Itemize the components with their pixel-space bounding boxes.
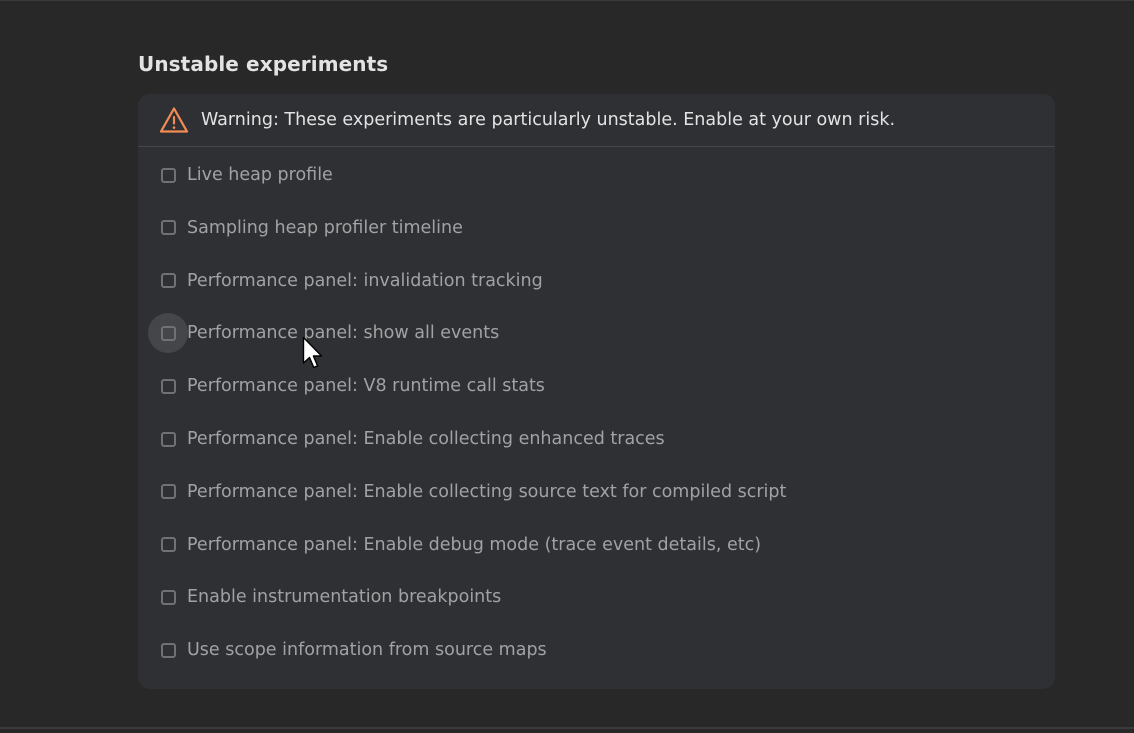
checkbox-box[interactable]: [160, 589, 176, 605]
warning-triangle-icon: [159, 106, 189, 134]
experiment-label[interactable]: Sampling heap profiler timeline: [187, 218, 463, 238]
checkbox-debug-mode[interactable]: [148, 525, 188, 565]
section-title: Unstable experiments: [138, 52, 389, 76]
checkbox-box[interactable]: [160, 378, 176, 394]
checkbox-invalidation-tracking[interactable]: [148, 261, 188, 301]
checkbox-box[interactable]: [160, 642, 176, 658]
experiment-label[interactable]: Enable instrumentation breakpoints: [187, 587, 501, 607]
checkbox-box[interactable]: [160, 431, 176, 447]
warning-banner: Warning: These experiments are particula…: [138, 94, 1055, 147]
checkbox-box[interactable]: [160, 220, 176, 236]
experiment-label[interactable]: Performance panel: Enable collecting enh…: [187, 429, 665, 449]
bottom-divider: [0, 727, 1134, 729]
checkbox-box[interactable]: [160, 325, 176, 341]
experiment-label[interactable]: Performance panel: invalidation tracking: [187, 271, 543, 291]
checkbox-source-text-compiled-script[interactable]: [148, 472, 188, 512]
checkbox-box[interactable]: [160, 537, 176, 553]
experiments-card: Warning: These experiments are particula…: [138, 94, 1055, 689]
checkbox-box[interactable]: [160, 273, 176, 289]
experiment-label[interactable]: Performance panel: Enable collecting sou…: [187, 482, 786, 502]
experiment-label[interactable]: Performance panel: show all events: [187, 323, 499, 343]
warning-text: Warning: These experiments are particula…: [201, 110, 896, 130]
experiment-label[interactable]: Live heap profile: [187, 165, 333, 185]
checkbox-sampling-heap-profiler-timeline[interactable]: [148, 208, 188, 248]
experiment-label[interactable]: Performance panel: V8 runtime call stats: [187, 376, 545, 396]
checkbox-instrumentation-breakpoints[interactable]: [148, 577, 188, 617]
checkbox-box[interactable]: [160, 484, 176, 500]
checkbox-live-heap-profile[interactable]: [148, 155, 188, 195]
checkbox-v8-runtime-call-stats[interactable]: [148, 366, 188, 406]
checkbox-show-all-events[interactable]: [148, 313, 188, 354]
checkbox-scope-information-source-maps[interactable]: [148, 630, 188, 670]
top-divider: [0, 0, 1134, 1]
experiment-label[interactable]: Use scope information from source maps: [187, 640, 547, 660]
checkbox-enhanced-traces[interactable]: [148, 419, 188, 459]
checkbox-box[interactable]: [160, 167, 176, 183]
experiment-label[interactable]: Performance panel: Enable debug mode (tr…: [187, 535, 761, 555]
